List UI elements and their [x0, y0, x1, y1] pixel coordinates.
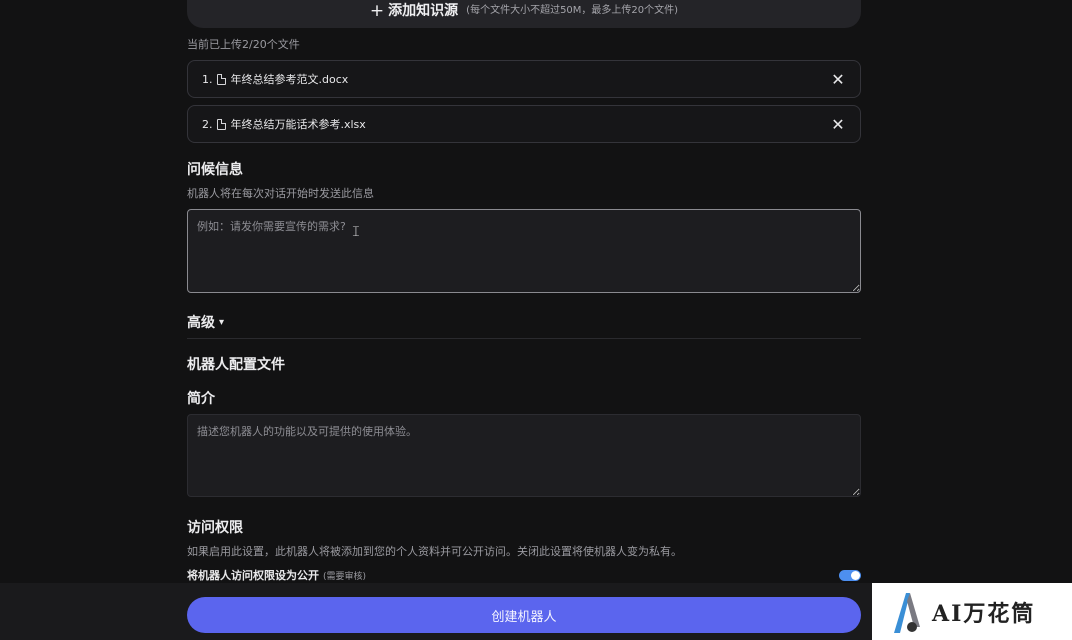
add-knowledge-source-hint: (每个文件大小不超过50M，最多上传20个文件)	[466, 5, 679, 16]
plus-icon: +	[369, 1, 385, 21]
close-icon[interactable]: ✕	[830, 115, 846, 134]
add-knowledge-source-button[interactable]: + 添加知识源 (每个文件大小不超过50M，最多上传20个文件)	[187, 0, 861, 28]
file-name: 年终总结参考范文.docx	[230, 73, 349, 86]
public-access-note: (需要审核)	[323, 571, 367, 582]
greeting-description: 机器人将在每次对话开始时发送此信息	[187, 187, 374, 200]
advanced-label: 高级	[187, 315, 215, 331]
greeting-title: 问候信息	[187, 162, 243, 178]
intro-input[interactable]	[187, 414, 861, 497]
access-title: 访问权限	[187, 520, 243, 536]
create-bot-button[interactable]: 创建机器人	[187, 597, 861, 633]
file-index: 1.	[202, 72, 213, 86]
profile-title: 机器人配置文件	[187, 357, 285, 373]
file-row: 1. 年终总结参考范文.docx ✕	[187, 60, 861, 98]
close-icon[interactable]: ✕	[830, 70, 846, 89]
advanced-toggle[interactable]: 高级 ▾	[187, 312, 224, 332]
upload-count: 当前已上传2/20个文件	[187, 38, 300, 51]
page: + 添加知识源 (每个文件大小不超过50M，最多上传20个文件) 当前已上传2/…	[0, 0, 1072, 640]
chevron-down-icon: ▾	[219, 316, 225, 328]
add-knowledge-source-label: 添加知识源	[388, 3, 459, 19]
public-access-label: 将机器人访问权限设为公开	[187, 569, 319, 582]
text-cursor-icon: 𝙸	[351, 224, 361, 240]
watermark-text: AI万花筒	[932, 600, 1036, 627]
divider	[187, 338, 861, 339]
toggle-knob	[851, 571, 860, 580]
file-icon	[216, 118, 226, 130]
file-name: 年终总结万能话术参考.xlsx	[230, 118, 366, 131]
file-row: 2. 年终总结万能话术参考.xlsx ✕	[187, 105, 861, 143]
public-access-row: 将机器人访问权限设为公开 (需要审核)	[187, 566, 861, 584]
watermark: AI万花筒	[872, 583, 1072, 640]
watermark-logo-icon	[894, 592, 920, 633]
greeting-input[interactable]	[187, 209, 861, 293]
file-icon	[216, 73, 226, 85]
public-access-toggle[interactable]	[839, 570, 861, 581]
file-index: 2.	[202, 117, 213, 131]
intro-title: 简介	[187, 391, 215, 407]
access-description: 如果启用此设置，此机器人将被添加到您的个人资料并可公开访问。关闭此设置将使机器人…	[187, 545, 682, 558]
